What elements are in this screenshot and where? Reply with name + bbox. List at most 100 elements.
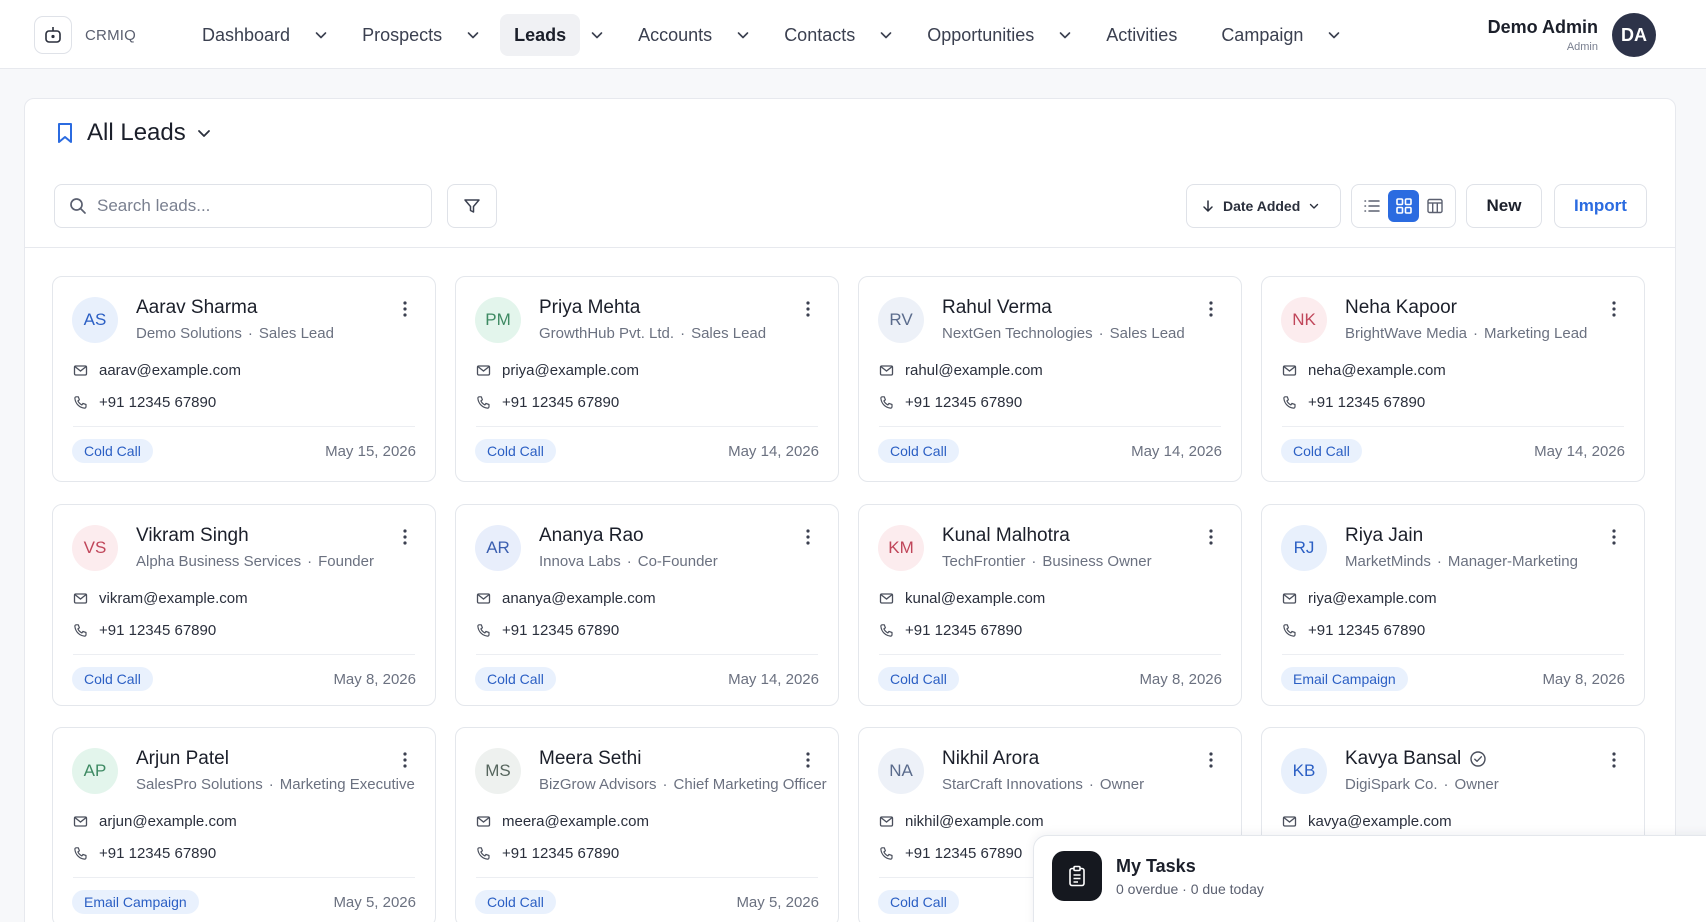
- lead-name[interactable]: Kavya Bansal: [1345, 748, 1487, 770]
- lead-name-text[interactable]: Nikhil Arora: [942, 748, 1039, 770]
- lead-card[interactable]: AR Ananya Rao Innova Labs · Co-Founder ananya…: [455, 504, 839, 706]
- more-options-icon[interactable]: [798, 750, 818, 770]
- lead-card[interactable]: AS Aarav Sharma Demo Solutions · Sales Lead a…: [52, 276, 436, 482]
- chevron-down-icon[interactable]: [304, 14, 338, 56]
- lead-email[interactable]: riya@example.com: [1308, 590, 1437, 607]
- search-input[interactable]: [97, 196, 397, 216]
- nav-item-activities[interactable]: Activities: [1092, 14, 1191, 56]
- lead-name[interactable]: Vikram Singh: [136, 525, 249, 547]
- lead-phone[interactable]: +91 12345 67890: [502, 394, 619, 411]
- lead-email[interactable]: priya@example.com: [502, 362, 639, 379]
- lead-name[interactable]: Rahul Verma: [942, 297, 1052, 319]
- chevron-down-icon[interactable]: [580, 14, 614, 56]
- lead-company: Demo Solutions: [136, 325, 242, 342]
- lead-email[interactable]: kunal@example.com: [905, 590, 1045, 607]
- lead-email[interactable]: vikram@example.com: [99, 590, 248, 607]
- lead-name[interactable]: Meera Sethi: [539, 748, 641, 770]
- chevron-down-icon[interactable]: [1048, 14, 1082, 56]
- grid-view-button[interactable]: [1387, 190, 1420, 222]
- lead-name-text[interactable]: Vikram Singh: [136, 525, 249, 547]
- more-options-icon[interactable]: [1604, 527, 1624, 547]
- card-divider: [879, 426, 1221, 427]
- nav-item-campaign[interactable]: Campaign: [1207, 14, 1317, 56]
- lead-name-text[interactable]: Arjun Patel: [136, 748, 229, 770]
- lead-email[interactable]: nikhil@example.com: [905, 813, 1044, 830]
- lead-email[interactable]: meera@example.com: [502, 813, 649, 830]
- lead-card[interactable]: MS Meera Sethi BizGrow Advisors · Chief Mark…: [455, 727, 839, 922]
- lead-name[interactable]: Ananya Rao: [539, 525, 644, 547]
- chevron-down-icon[interactable]: [869, 14, 903, 56]
- lead-name-text[interactable]: Neha Kapoor: [1345, 297, 1457, 319]
- lead-card[interactable]: AP Arjun Patel SalesPro Solutions · Marketin…: [52, 727, 436, 922]
- more-options-icon[interactable]: [1201, 750, 1221, 770]
- nav-item-accounts[interactable]: Accounts: [624, 14, 726, 56]
- my-tasks-widget[interactable]: My Tasks 0 overdue · 0 due today: [1033, 835, 1706, 922]
- lead-name-text[interactable]: Rahul Verma: [942, 297, 1052, 319]
- more-options-icon[interactable]: [798, 299, 818, 319]
- lead-card[interactable]: PM Priya Mehta GrowthHub Pvt. Ltd. · Sales L…: [455, 276, 839, 482]
- lead-card[interactable]: VS Vikram Singh Alpha Business Services · Fo…: [52, 504, 436, 706]
- chevron-down-icon[interactable]: [456, 14, 490, 56]
- lead-name[interactable]: Neha Kapoor: [1345, 297, 1457, 319]
- more-options-icon[interactable]: [1604, 750, 1624, 770]
- lead-phone[interactable]: +91 12345 67890: [502, 845, 619, 862]
- view-selector[interactable]: All Leads: [55, 119, 212, 147]
- lead-phone[interactable]: +91 12345 67890: [99, 622, 216, 639]
- kanban-view-button[interactable]: [1419, 190, 1451, 222]
- nav-item-leads[interactable]: Leads: [500, 14, 581, 56]
- lead-name[interactable]: Aarav Sharma: [136, 297, 257, 319]
- lead-name-text[interactable]: Ananya Rao: [539, 525, 644, 547]
- nav-item-opportunities[interactable]: Opportunities: [913, 14, 1048, 56]
- lead-card[interactable]: KM Kunal Malhotra TechFrontier · Business Ow…: [858, 504, 1242, 706]
- import-button[interactable]: Import: [1554, 184, 1647, 228]
- lead-name-text[interactable]: Kunal Malhotra: [942, 525, 1070, 547]
- lead-name-text[interactable]: Meera Sethi: [539, 748, 641, 770]
- user-avatar[interactable]: DA: [1612, 13, 1656, 57]
- lead-card[interactable]: RJ Riya Jain MarketMinds · Manager-Marketing…: [1261, 504, 1645, 706]
- lead-name[interactable]: Priya Mehta: [539, 297, 640, 319]
- lead-email[interactable]: arjun@example.com: [99, 813, 237, 830]
- app-logo[interactable]: [34, 16, 72, 54]
- lead-email[interactable]: ananya@example.com: [502, 590, 656, 607]
- lead-email[interactable]: aarav@example.com: [99, 362, 241, 379]
- lead-name-text[interactable]: Kavya Bansal: [1345, 748, 1461, 770]
- more-options-icon[interactable]: [395, 750, 415, 770]
- lead-name[interactable]: Kunal Malhotra: [942, 525, 1070, 547]
- more-options-icon[interactable]: [395, 527, 415, 547]
- lead-name-text[interactable]: Priya Mehta: [539, 297, 640, 319]
- sort-dropdown[interactable]: Date Added: [1186, 184, 1341, 228]
- lead-name[interactable]: Nikhil Arora: [942, 748, 1039, 770]
- filter-button[interactable]: [447, 184, 497, 228]
- nav-item-prospects[interactable]: Prospects: [348, 14, 456, 56]
- lead-phone[interactable]: +91 12345 67890: [1308, 622, 1425, 639]
- lead-name-text[interactable]: Aarav Sharma: [136, 297, 257, 319]
- mail-icon: [1282, 591, 1300, 606]
- lead-card[interactable]: NK Neha Kapoor BrightWave Media · Marketing …: [1261, 276, 1645, 482]
- more-options-icon[interactable]: [798, 527, 818, 547]
- lead-name[interactable]: Arjun Patel: [136, 748, 229, 770]
- lead-name[interactable]: Riya Jain: [1345, 525, 1423, 547]
- lead-name-text[interactable]: Riya Jain: [1345, 525, 1423, 547]
- lead-phone[interactable]: +91 12345 67890: [1308, 394, 1425, 411]
- user-menu[interactable]: Demo Admin Admin DA: [1488, 13, 1656, 57]
- chevron-down-icon[interactable]: [1317, 14, 1351, 56]
- lead-email[interactable]: rahul@example.com: [905, 362, 1043, 379]
- lead-phone[interactable]: +91 12345 67890: [99, 845, 216, 862]
- more-options-icon[interactable]: [1201, 527, 1221, 547]
- nav-item-dashboard[interactable]: Dashboard: [188, 14, 304, 56]
- lead-email[interactable]: kavya@example.com: [1308, 813, 1452, 830]
- new-lead-button[interactable]: New: [1466, 184, 1542, 228]
- lead-phone[interactable]: +91 12345 67890: [905, 394, 1022, 411]
- lead-phone[interactable]: +91 12345 67890: [502, 622, 619, 639]
- more-options-icon[interactable]: [1604, 299, 1624, 319]
- more-options-icon[interactable]: [1201, 299, 1221, 319]
- lead-card[interactable]: RV Rahul Verma NextGen Technologies · Sales …: [858, 276, 1242, 482]
- nav-item-contacts[interactable]: Contacts: [770, 14, 869, 56]
- more-options-icon[interactable]: [395, 299, 415, 319]
- lead-phone[interactable]: +91 12345 67890: [905, 622, 1022, 639]
- lead-phone[interactable]: +91 12345 67890: [99, 394, 216, 411]
- lead-phone[interactable]: +91 12345 67890: [905, 845, 1022, 862]
- chevron-down-icon[interactable]: [726, 14, 760, 56]
- list-view-button[interactable]: [1356, 190, 1388, 222]
- lead-email[interactable]: neha@example.com: [1308, 362, 1446, 379]
